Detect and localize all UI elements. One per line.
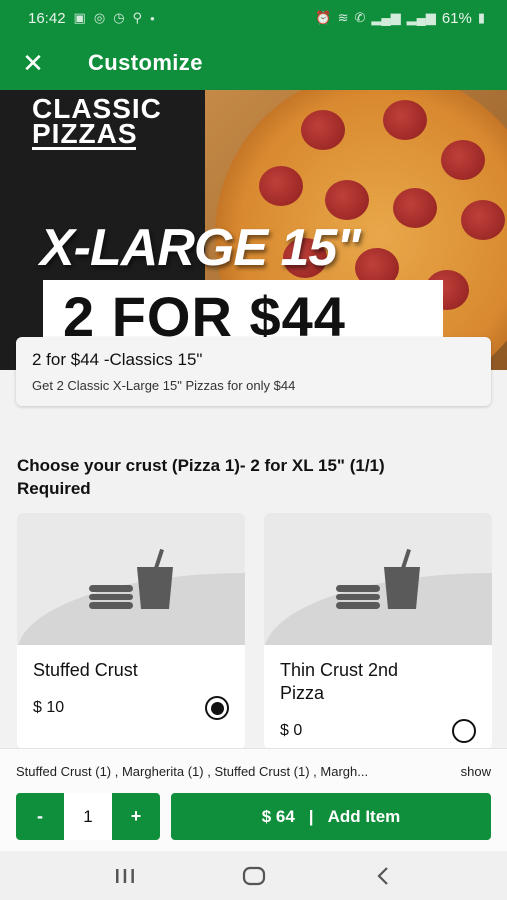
promo-banner: CLASSIC PIZZAS X-LARGE 15" 2 FOR $44 — [0, 90, 507, 370]
dot-icon: • — [150, 10, 155, 26]
show-summary-link[interactable]: show — [461, 764, 491, 779]
wifi-icon: ≋ — [337, 10, 349, 25]
selection-summary-text: Stuffed Crust (1) , Margherita (1) , Stu… — [16, 763, 369, 779]
crust-option-image — [264, 513, 492, 645]
offer-description: Get 2 Classic X-Large 15" Pizzas for onl… — [32, 378, 296, 393]
crust-price-row: $ 0 — [264, 719, 492, 743]
crust-price-row: $ 10 — [17, 696, 245, 720]
crust-option-image — [17, 513, 245, 645]
alarm-icon: ⏰ — [315, 10, 332, 25]
call-icon: ✆ — [354, 10, 366, 25]
quantity-value: 1 — [64, 793, 112, 840]
home-button[interactable] — [234, 861, 274, 891]
pepperoni — [461, 200, 505, 240]
crust-option-price: $ 0 — [280, 722, 303, 739]
offer-title: 2 for $44 -Classics 15" — [32, 350, 203, 369]
decrease-quantity-button[interactable]: - — [16, 793, 64, 840]
pepperoni — [393, 188, 437, 228]
close-icon: ✕ — [22, 47, 44, 78]
add-item-button[interactable]: $ 64 | Add Item — [171, 793, 491, 840]
selection-summary: Stuffed Crust (1) , Margherita (1) , Stu… — [0, 748, 507, 793]
system-nav-bar — [0, 851, 507, 900]
back-button[interactable] — [363, 861, 403, 891]
battery-icon: ▮ — [477, 10, 485, 25]
offer-card: 2 for $44 -Classics 15" Get 2 Classic X-… — [16, 337, 491, 406]
crust-section-title: Choose your crust (Pizza 1)- 2 for XL 15… — [17, 456, 385, 475]
battery-level: 61% — [441, 9, 472, 27]
location-icon: ⚲ — [132, 10, 143, 25]
image-icon: ▣ — [73, 10, 86, 25]
whatsapp-icon: ◎ — [93, 10, 106, 25]
status-left: 16:42 ▣ ◎ ◷ ⚲ • — [28, 10, 155, 27]
crust-option-price: $ 10 — [33, 699, 65, 716]
signal-icon: ▂▄▆ — [371, 10, 401, 25]
clock-icon: ◷ — [113, 10, 125, 25]
pepperoni — [383, 100, 427, 140]
banner-size-text: X-LARGE 15" — [40, 219, 361, 277]
pepperoni — [259, 166, 303, 206]
close-button[interactable]: ✕ — [18, 48, 48, 78]
burger-drink-icon — [89, 548, 173, 609]
app-bar: ✕ Customize — [0, 36, 507, 90]
crust-option-stuffed-crust[interactable]: Stuffed Crust $ 10 — [17, 513, 245, 749]
crust-option-name: Thin Crust 2nd Pizza — [280, 660, 399, 703]
classic-pizzas-logo: CLASSIC PIZZAS — [32, 95, 162, 149]
crust-radio-selected[interactable] — [205, 696, 229, 720]
add-item-separator: | — [308, 806, 314, 826]
crust-option-thin-crust[interactable]: Thin Crust 2nd Pizza $ 0 — [264, 513, 492, 749]
radio-selected-dot — [210, 701, 224, 715]
back-icon — [376, 866, 388, 885]
quantity-stepper: - 1 + — [16, 793, 160, 840]
recents-icon — [115, 868, 134, 883]
home-icon — [242, 866, 265, 885]
page-title: Customize — [88, 50, 203, 75]
signal-icon: ▂▄▆ — [406, 10, 436, 25]
screen: 16:42 ▣ ◎ ◷ ⚲ • ⏰ ≋ ✆ ▂▄▆ ▂▄▆ 61% ▮ ✕ Cu… — [0, 0, 507, 900]
pepperoni — [301, 110, 345, 150]
status-right: ⏰ ≋ ✆ ▂▄▆ ▂▄▆ 61% ▮ — [315, 10, 485, 27]
crust-option-name: Stuffed Crust — [33, 660, 138, 680]
increase-quantity-button[interactable]: + — [112, 793, 160, 840]
crust-radio-unselected[interactable] — [452, 719, 476, 743]
add-item-label: Add Item — [327, 806, 401, 826]
logo-line-2: PIZZAS — [32, 118, 138, 149]
logo-underline — [32, 147, 136, 150]
status-bar: 16:42 ▣ ◎ ◷ ⚲ • ⏰ ≋ ✆ ▂▄▆ ▂▄▆ 61% ▮ — [0, 0, 507, 36]
burger-drink-icon — [336, 548, 420, 609]
add-item-price: $ 64 — [261, 806, 295, 826]
pepperoni — [325, 180, 369, 220]
pepperoni — [441, 140, 485, 180]
status-time: 16:42 — [28, 9, 66, 27]
recents-button[interactable] — [105, 861, 145, 891]
required-label: Required — [17, 479, 91, 498]
crust-section-heading: Choose your crust (Pizza 1)- 2 for XL 15… — [17, 454, 492, 500]
action-bar: - 1 + $ 64 | Add Item — [0, 793, 507, 851]
